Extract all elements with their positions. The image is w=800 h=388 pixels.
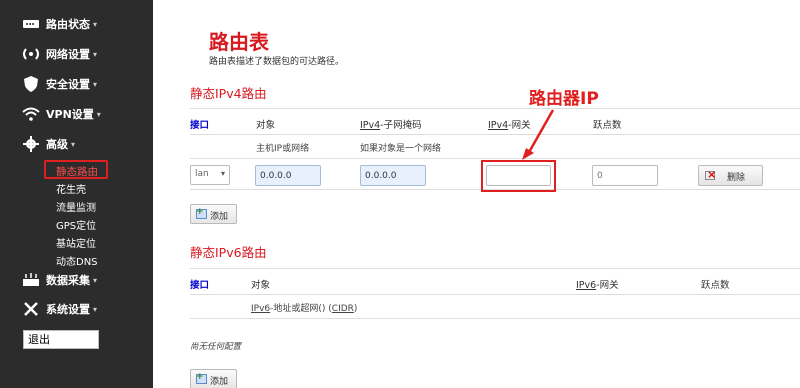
sidebar-subitem-label: 静态路由 — [56, 166, 98, 178]
sidebar-item-label: 数据采集 — [46, 274, 90, 287]
annotation-highlight-box — [481, 160, 556, 192]
add-icon — [196, 207, 207, 219]
col-netmask: IPv4-子网掩码 — [360, 117, 422, 131]
sidebar-item-label: 安全设置 — [46, 78, 90, 91]
netmask-hint: 如果对象是一个网络 — [360, 144, 442, 154]
col-gateway-prefix: IPv6 — [576, 280, 597, 291]
sidebar: 路由状态 ▾ 网络设置 ▾ 安全设置 ▾ VPN设置 ▾ 高级 ▾ 静态路由 花… — [0, 0, 153, 388]
chevron-down-icon: ▾ — [96, 109, 101, 119]
col-interface: 接口 — [190, 120, 210, 131]
sidebar-item-vpn[interactable]: VPN设置 ▾ — [0, 102, 101, 126]
sidebar-subitem-oray[interactable]: 花生壳 — [56, 181, 86, 196]
chevron-down-icon: ▾ — [93, 304, 98, 314]
ipv6-section-title: 静态IPv6路由 — [190, 245, 267, 260]
ipv6-hint-middle: -地址或超网() ( — [270, 304, 332, 314]
chevron-down-icon: ▾ — [71, 139, 76, 149]
sidebar-item-label: 系统设置 — [46, 303, 90, 316]
col-gateway-suffix: -网关 — [596, 280, 619, 291]
add-icon — [196, 372, 207, 384]
ipv6-table-header: 接口 对象 IPv6-网关 跃点数 — [190, 268, 800, 295]
network-icon — [20, 47, 42, 61]
col-gateway: IPv6-网关 — [576, 277, 619, 291]
sidebar-item-system[interactable]: 系统设置 ▾ — [0, 297, 97, 321]
chevron-down-icon: ▾ — [93, 49, 98, 59]
page-description: 路由表描述了数据包的可达路径。 — [209, 57, 345, 67]
empty-state-text: 尚无任何配置 — [190, 342, 242, 352]
target-input[interactable] — [255, 165, 321, 186]
col-netmask-prefix: IPv4 — [360, 120, 381, 131]
col-interface: 接口 — [190, 280, 210, 291]
shield-icon — [20, 76, 42, 92]
chevron-down-icon: ▾ — [93, 19, 98, 29]
sidebar-item-router-status[interactable]: 路由状态 ▾ — [0, 12, 97, 36]
annotation-arrow-icon — [522, 109, 555, 160]
ipv6-add-button[interactable]: 添加 — [190, 369, 237, 388]
ipv6-hint-cidr: CIDR — [331, 304, 354, 314]
sidebar-item-label: 高级 — [46, 138, 68, 151]
ipv6-hint-prefix: IPv6 — [251, 304, 271, 314]
router-status-icon — [20, 19, 42, 29]
add-button-label: 添加 — [210, 212, 229, 222]
annotation-label: 路由器IP — [529, 89, 599, 109]
sidebar-item-label: 路由状态 — [46, 18, 90, 31]
ipv6-hint-suffix: ) — [353, 304, 358, 314]
sidebar-subitem-traffic[interactable]: 流量监测 — [56, 199, 96, 214]
interface-select[interactable]: lan ▾ — [190, 165, 230, 185]
chevron-down-icon: ▾ — [220, 169, 225, 178]
sidebar-item-network[interactable]: 网络设置 ▾ — [0, 42, 97, 66]
ipv4-table-header: 接口 对象 IPv4-子网掩码 IPv4-网关 跃点数 — [190, 108, 800, 135]
target-hint: 主机IP或网络 — [256, 144, 310, 154]
metric-input[interactable] — [592, 165, 658, 186]
col-netmask-suffix: -子网掩码 — [380, 120, 422, 131]
page-title: 路由表 — [209, 30, 269, 54]
sidebar-item-data-collection[interactable]: 数据采集 ▾ — [0, 268, 97, 292]
col-target: 对象 — [251, 280, 271, 291]
sidebar-subitem-gps[interactable]: GPS定位 — [56, 217, 96, 232]
sidebar-item-advanced[interactable]: 高级 ▾ — [0, 132, 75, 156]
ipv4-section-title: 静态IPv4路由 — [190, 86, 267, 101]
sidebar-subitem-ddns[interactable]: 动态DNS — [56, 253, 98, 268]
wifi-icon — [20, 107, 42, 121]
sidebar-item-label: 网络设置 — [46, 48, 90, 61]
sidebar-item-label: VPN设置 — [46, 108, 94, 121]
col-target: 对象 — [256, 120, 276, 131]
delete-button[interactable]: 删除 — [698, 165, 763, 186]
netmask-input[interactable] — [360, 165, 426, 186]
ipv4-hint-row: 主机IP或网络 如果对象是一个网络 — [190, 135, 800, 159]
interface-select-value: lan — [195, 169, 209, 179]
ipv6-target-hint: IPv6-地址或超网() (CIDR) — [251, 301, 357, 314]
ipv4-add-button[interactable]: 添加 — [190, 204, 237, 224]
tools-icon — [20, 301, 42, 317]
ipv6-hint-row: IPv6-地址或超网() (CIDR) — [190, 295, 800, 319]
gear-icon — [20, 136, 42, 152]
sidebar-subitem-static-route[interactable]: 静态路由 — [44, 160, 108, 179]
sidebar-item-security[interactable]: 安全设置 ▾ — [0, 72, 97, 96]
col-metric: 跃点数 — [701, 280, 730, 291]
data-collection-icon — [20, 273, 42, 287]
logout-button[interactable]: 退出 — [23, 330, 99, 349]
chevron-down-icon: ▾ — [93, 79, 98, 89]
add-button-label: 添加 — [210, 377, 229, 387]
delete-icon — [705, 168, 716, 181]
delete-button-label: 删除 — [727, 173, 746, 183]
col-metric: 跃点数 — [593, 120, 622, 131]
sidebar-subitem-cell-location[interactable]: 基站定位 — [56, 235, 96, 250]
chevron-down-icon: ▾ — [93, 275, 98, 285]
col-gateway-prefix: IPv4 — [488, 120, 509, 131]
